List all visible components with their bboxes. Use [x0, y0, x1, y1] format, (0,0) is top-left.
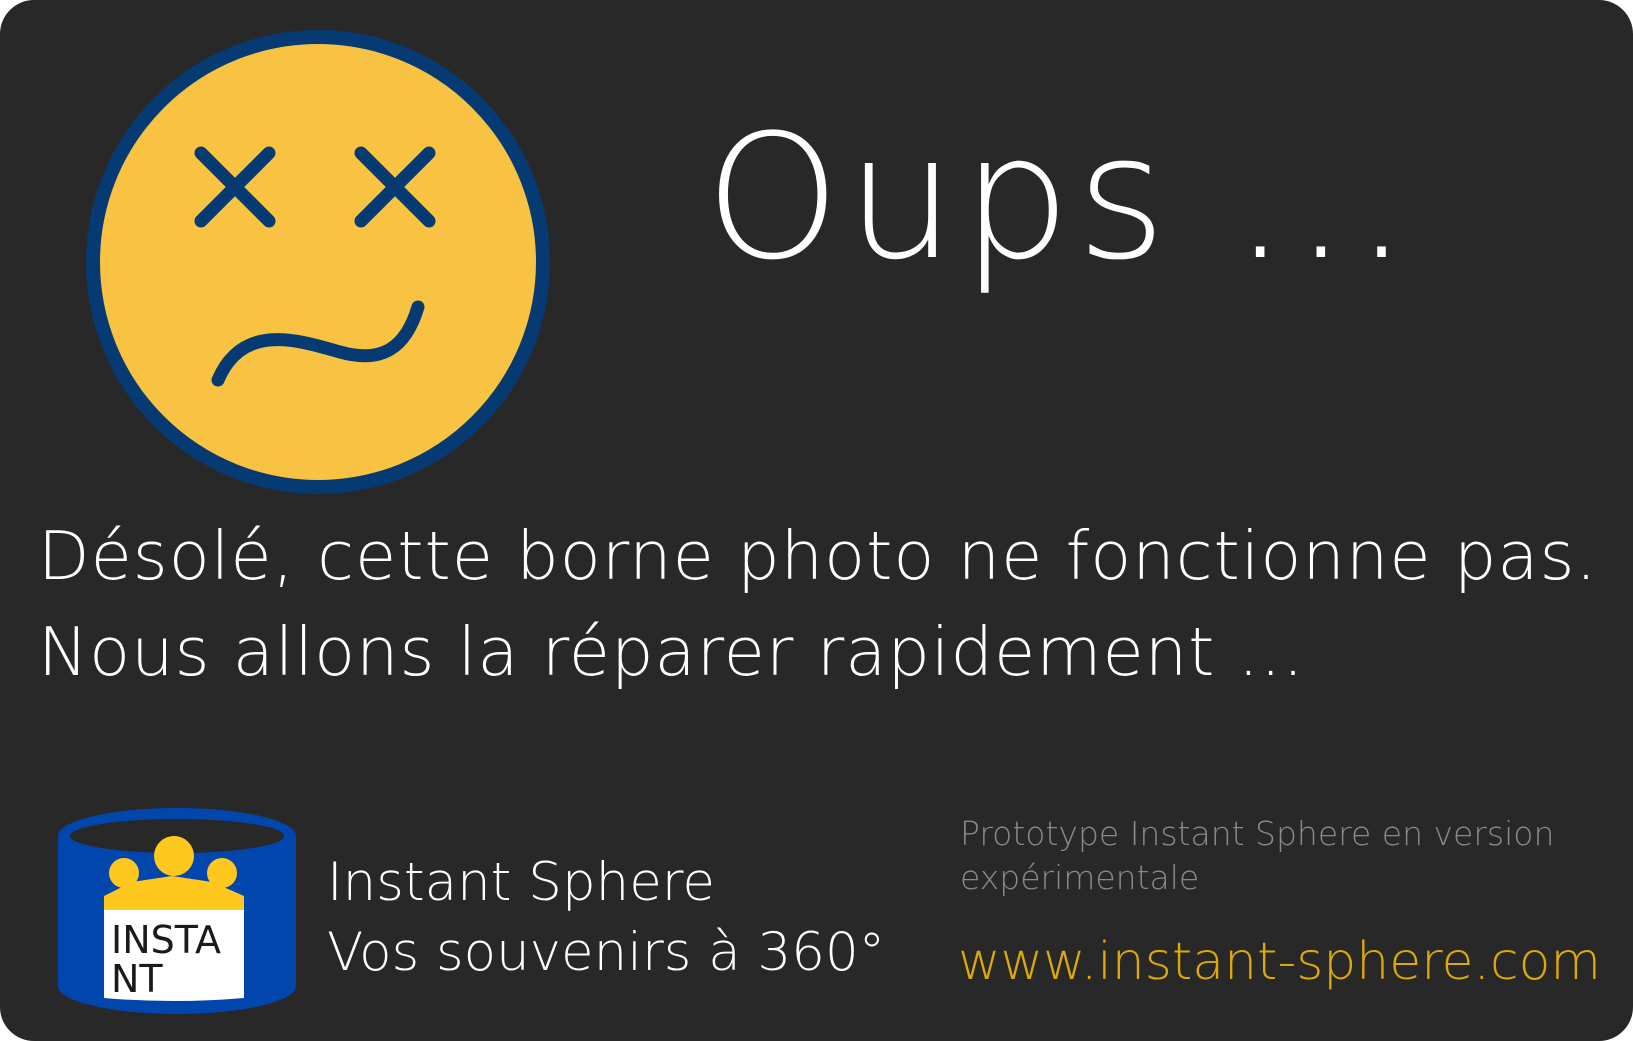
brand-block: Instant Sphere Vos souvenirs à 360° [327, 848, 885, 988]
page-title: Oups ... [705, 97, 1415, 298]
prototype-note: Prototype Instant Sphere en version expé… [960, 814, 1555, 897]
brand-name: Instant Sphere [327, 852, 716, 913]
website-link[interactable]: www.instant-sphere.com [958, 936, 1601, 988]
brand-tagline: Vos souvenirs à 360° [327, 922, 886, 983]
error-card: Oups ... Désolé, cette borne photo ne fo… [0, 0, 1633, 1041]
error-message: Désolé, cette borne photo ne fonctionne … [38, 508, 1598, 700]
error-message-line-2: Nous allons la réparer rapidement ... [38, 613, 1305, 691]
error-message-line-1: Désolé, cette borne photo ne fonctionne … [38, 517, 1598, 595]
instant-sphere-logo: INSTA NT [58, 808, 296, 1014]
logo-text-line-2: NT [111, 957, 163, 1001]
dizzy-face-icon [86, 30, 550, 494]
logo-text-line-1: INSTA [111, 918, 221, 962]
